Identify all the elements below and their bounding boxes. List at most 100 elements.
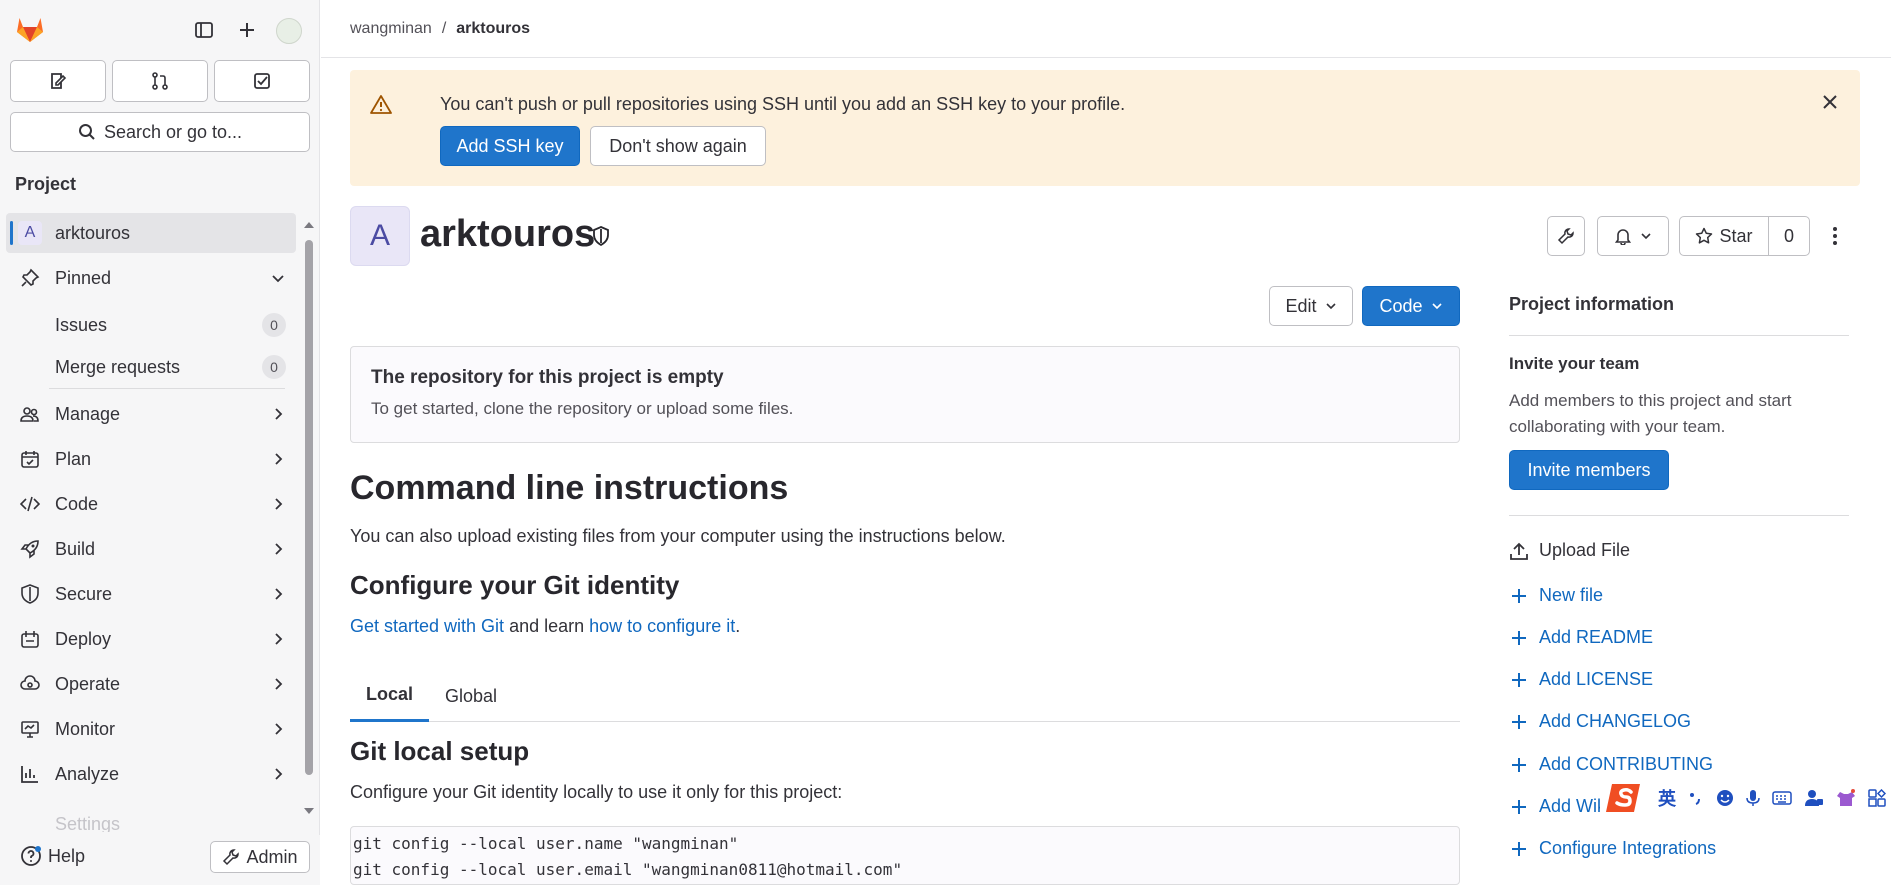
add-changelog-link[interactable]: Add CHANGELOG bbox=[1509, 711, 1691, 732]
sidebar-item-merge-requests[interactable]: Merge requests 0 bbox=[6, 347, 296, 387]
add-wiki-link[interactable]: Add Wiki bbox=[1509, 796, 1610, 817]
microphone-icon[interactable] bbox=[1746, 789, 1760, 807]
setup-title: Git local setup bbox=[350, 736, 530, 766]
plus-icon bbox=[1509, 628, 1529, 648]
sidebar-item-pinned[interactable]: Pinned bbox=[6, 258, 296, 298]
wrench-icon bbox=[1557, 227, 1575, 245]
chevron-right-icon bbox=[270, 676, 286, 692]
empty-repo-title: The repository for this project is empty bbox=[371, 367, 724, 388]
code-block[interactable]: git config --local user.name "wangminan"… bbox=[350, 826, 1460, 885]
sidebar-item-operate[interactable]: Operate bbox=[6, 664, 296, 704]
get-started-link[interactable]: Get started with Git bbox=[350, 616, 504, 636]
add-license-link[interactable]: Add LICENSE bbox=[1509, 669, 1653, 690]
plus-icon bbox=[1509, 755, 1529, 775]
add-contributing-link[interactable]: Add CONTRIBUTING bbox=[1509, 754, 1713, 775]
sidebar-item-manage[interactable]: Manage bbox=[6, 394, 296, 434]
toolbox-icon[interactable] bbox=[1868, 789, 1886, 807]
search-button[interactable]: Search or go to... bbox=[10, 112, 310, 152]
chevron-right-icon bbox=[270, 496, 286, 512]
section-title: Project bbox=[15, 174, 77, 194]
main-content: wangminan / arktouros You can't push or … bbox=[321, 0, 1891, 885]
tab-global[interactable]: Global bbox=[445, 670, 497, 722]
sidebar-footer: Help Admin bbox=[0, 835, 320, 885]
emoji-icon[interactable] bbox=[1716, 789, 1734, 807]
sidebar-item-project[interactable]: A arktouros bbox=[6, 213, 296, 253]
invite-members-button[interactable]: Invite members bbox=[1509, 450, 1669, 490]
user-settings-icon[interactable] bbox=[1804, 789, 1824, 807]
breadcrumb-separator: / bbox=[441, 19, 447, 37]
shield-icon bbox=[20, 584, 40, 604]
sidebar-item-monitor[interactable]: Monitor bbox=[6, 709, 296, 749]
issues-button[interactable] bbox=[10, 60, 106, 102]
notifications-dropdown[interactable] bbox=[1597, 216, 1669, 256]
sidebar-item-label: Deploy bbox=[55, 628, 112, 649]
sidebar-item-label: Code bbox=[55, 493, 99, 514]
dont-show-again-button[interactable]: Don't show again bbox=[590, 126, 766, 166]
close-icon[interactable] bbox=[1822, 94, 1838, 110]
star-label: Star bbox=[1719, 225, 1753, 246]
punctuation-icon[interactable] bbox=[1688, 790, 1704, 806]
sogou-logo-icon[interactable] bbox=[1606, 780, 1646, 816]
settings-wrench-button[interactable] bbox=[1547, 216, 1585, 256]
sidebar-item-secure[interactable]: Secure bbox=[6, 574, 296, 614]
upload-file-link[interactable]: Upload File bbox=[1509, 540, 1630, 561]
ime-mode-label[interactable]: 英 bbox=[1658, 785, 1676, 811]
sidebar-item-label: Operate bbox=[55, 673, 121, 694]
issue-icon bbox=[48, 71, 68, 91]
chevron-right-icon bbox=[270, 586, 286, 602]
gitlab-logo-icon[interactable] bbox=[14, 13, 46, 45]
sidebar-item-issues[interactable]: Issues 0 bbox=[6, 305, 296, 345]
code-dropdown[interactable]: Code bbox=[1362, 286, 1460, 326]
sidebar-item-settings[interactable]: Settings bbox=[6, 804, 296, 832]
plus-icon[interactable] bbox=[235, 18, 259, 42]
sidebar-item-label: Analyze bbox=[55, 763, 120, 784]
edit-label: Edit bbox=[1285, 295, 1317, 316]
sidebar-item-code[interactable]: Code bbox=[6, 484, 296, 524]
scrollbar-thumb[interactable] bbox=[305, 240, 313, 775]
sidebar-item-deploy[interactable]: Deploy bbox=[6, 619, 296, 659]
monitor-icon bbox=[20, 719, 40, 739]
sidebar: Search or go to... Project A arktouros P… bbox=[0, 0, 320, 885]
todos-button[interactable] bbox=[214, 60, 310, 102]
warning-icon bbox=[370, 94, 392, 116]
new-file-link[interactable]: New file bbox=[1509, 585, 1603, 606]
visibility-shield-icon bbox=[591, 225, 611, 247]
help-button[interactable]: Help bbox=[20, 845, 85, 867]
breadcrumb-project[interactable]: arktouros bbox=[456, 20, 530, 38]
sidebar-divider bbox=[49, 388, 285, 389]
how-to-configure-link[interactable]: how to configure it bbox=[589, 616, 735, 636]
add-ssh-key-button[interactable]: Add SSH key bbox=[440, 126, 580, 166]
chevron-down-icon bbox=[270, 270, 286, 286]
action-label: New file bbox=[1539, 585, 1604, 605]
chevron-down-icon bbox=[1640, 230, 1652, 242]
sidebar-item-label: Merge requests bbox=[55, 356, 181, 377]
more-actions-icon[interactable] bbox=[1831, 226, 1839, 246]
panel-divider bbox=[1509, 515, 1849, 516]
sidebar-item-analyze[interactable]: Analyze bbox=[6, 754, 296, 794]
chevron-right-icon bbox=[270, 406, 286, 422]
star-count[interactable]: 0 bbox=[1768, 216, 1810, 256]
tab-local[interactable]: Local bbox=[350, 670, 430, 722]
star-button[interactable]: Star bbox=[1679, 216, 1769, 256]
configure-integrations-link[interactable]: Configure Integrations bbox=[1509, 838, 1716, 859]
keyboard-icon[interactable] bbox=[1772, 790, 1792, 806]
sidebar-toggle-icon[interactable] bbox=[192, 18, 216, 42]
empty-repo-subtitle: To get started, clone the repository or … bbox=[371, 399, 794, 418]
ssh-key-alert: You can't push or pull repositories usin… bbox=[350, 70, 1860, 186]
breadcrumb-owner[interactable]: wangminan bbox=[350, 20, 432, 38]
upload-icon bbox=[1509, 541, 1529, 561]
cloud-gear-icon bbox=[20, 674, 40, 694]
sidebar-item-plan[interactable]: Plan bbox=[6, 439, 296, 479]
search-label: Search or go to... bbox=[103, 121, 243, 142]
plus-icon bbox=[1509, 797, 1529, 817]
action-label: Add CONTRIBUTING bbox=[1539, 754, 1714, 774]
add-readme-link[interactable]: Add README bbox=[1509, 627, 1653, 648]
admin-button[interactable]: Admin bbox=[210, 841, 310, 873]
user-avatar[interactable] bbox=[276, 18, 302, 44]
skin-icon[interactable] bbox=[1836, 789, 1856, 807]
edit-dropdown[interactable]: Edit bbox=[1269, 286, 1353, 326]
panel-divider bbox=[1509, 335, 1849, 336]
chevron-right-icon bbox=[270, 541, 286, 557]
merge-requests-button[interactable] bbox=[112, 60, 208, 102]
sidebar-item-build[interactable]: Build bbox=[6, 529, 296, 569]
